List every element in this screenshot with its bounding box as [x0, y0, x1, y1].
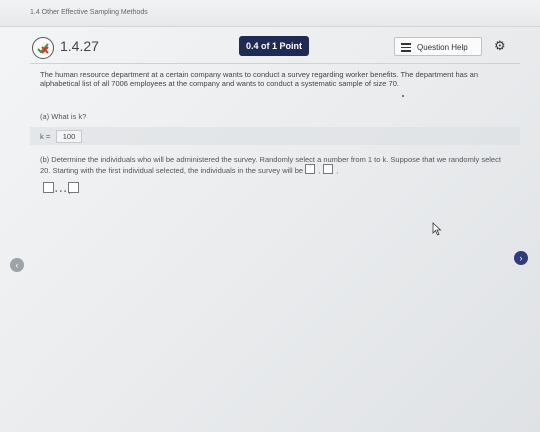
gear-icon[interactable]: ⚙	[494, 39, 506, 53]
stray-mark	[402, 95, 404, 97]
ellipsis: ...,	[54, 179, 72, 196]
question-number: 1.4.27	[60, 38, 99, 54]
k-answer-row: k = 100	[30, 127, 520, 145]
answer-box-2[interactable]	[323, 164, 334, 174]
top-bar: 1.4 Other Effective Sampling Methods	[0, 0, 540, 27]
previous-question-button[interactable]: ‹	[10, 258, 24, 272]
part-b-text: (b) Determine the individuals who will b…	[40, 155, 501, 175]
answer-row-2: ...,	[43, 179, 79, 197]
question-help-button[interactable]: Question Help	[394, 37, 482, 56]
question-help-label: Question Help	[417, 43, 468, 52]
partial-x-icon	[32, 37, 54, 59]
separator-2: ,	[336, 166, 339, 175]
part-b-prompt: (b) Determine the individuals who will b…	[40, 155, 510, 175]
header-divider	[30, 63, 520, 64]
k-answer-field[interactable]: 100	[56, 130, 82, 143]
answer-box-3[interactable]	[43, 182, 54, 193]
answer-box-1[interactable]	[305, 164, 316, 174]
points-badge: 0.4 of 1 Point	[239, 36, 309, 56]
next-question-button[interactable]: ›	[514, 251, 528, 265]
question-header: 1.4.27 0.4 of 1 Point Question Help ⚙	[24, 34, 530, 62]
problem-text: The human resource department at a certa…	[40, 70, 479, 88]
separator-1: ,	[318, 166, 321, 175]
k-label: k =	[40, 132, 51, 141]
part-a-prompt: (a) What is k?	[40, 112, 87, 121]
list-icon	[401, 43, 411, 52]
answer-box-4[interactable]	[68, 182, 79, 193]
screen: 1.4 Other Effective Sampling Methods 1.4…	[0, 0, 540, 432]
section-title: 1.4 Other Effective Sampling Methods	[30, 9, 148, 16]
mouse-cursor-icon	[432, 222, 442, 236]
